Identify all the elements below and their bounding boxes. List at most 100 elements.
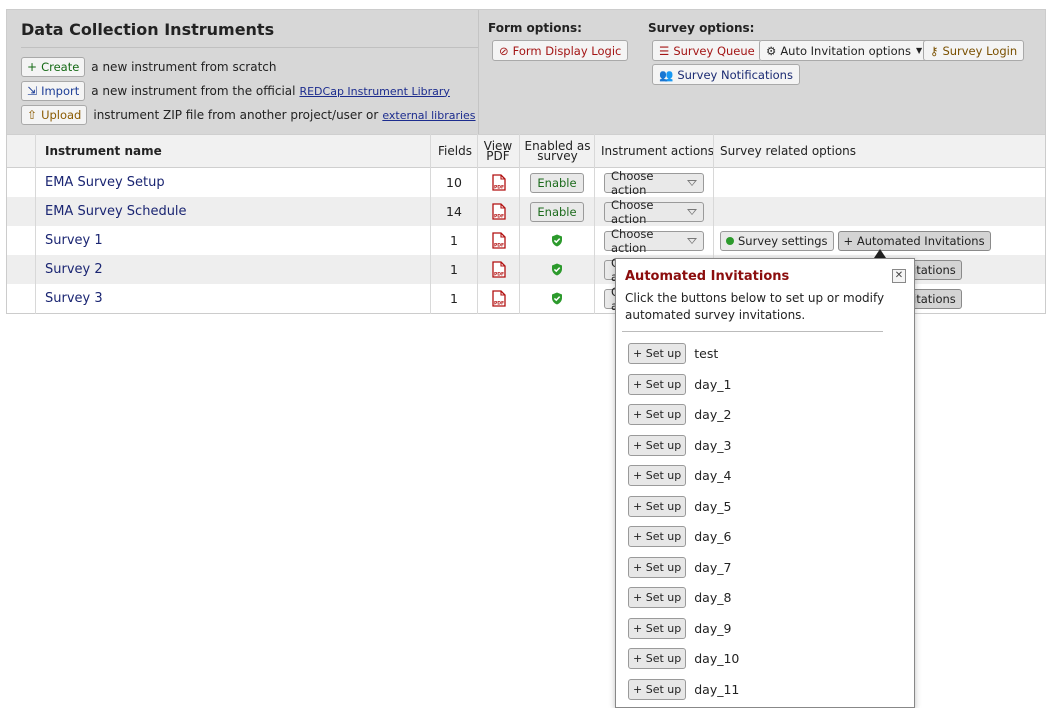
invitation-name: day_4 — [694, 468, 732, 483]
set-up-button[interactable]: + Set up — [628, 343, 687, 364]
list-icon: ☰ — [659, 43, 670, 58]
field-count: 1 — [450, 233, 458, 248]
invitation-item: + Set up day_1 — [628, 373, 731, 395]
table-row: EMA Survey Schedule 14 PDF Enable Choose act… — [7, 197, 1045, 226]
close-icon[interactable]: ✕ — [892, 269, 906, 283]
invitation-name: day_7 — [694, 559, 732, 575]
set-up-button[interactable]: + Set up — [628, 648, 687, 669]
instrument-name-link[interactable]: Survey 2 — [45, 262, 103, 277]
check-shield-icon — [552, 263, 562, 276]
automated-invitations-button[interactable]: itations — [907, 259, 962, 280]
invitation-item: + Set up day_9 — [628, 617, 731, 639]
popup-arrow — [874, 249, 886, 258]
invitation-name: day_2 — [694, 407, 732, 422]
create-row: + Create a new instrument from scratch — [21, 57, 276, 77]
import-button-label: Import — [41, 84, 80, 98]
survey-login-button[interactable]: ⚷ Survey Login — [923, 40, 1025, 61]
invitation-name: day_10 — [694, 651, 740, 666]
create-button[interactable]: + Create — [21, 57, 86, 77]
survey-queue-button[interactable]: ☰ Survey Queue — [652, 40, 762, 61]
set-up-button[interactable]: + Set up — [628, 434, 687, 456]
invitation-item: + Set up day_11 — [628, 678, 740, 700]
col-enabled-line2: survey — [537, 149, 578, 163]
pdf-icon-label: PDF — [493, 185, 503, 191]
caret-down-icon: ▼ — [915, 46, 923, 55]
pdf-icon[interactable]: PDF — [491, 261, 506, 278]
dropdown-triangle-icon — [687, 237, 697, 244]
set-up-button[interactable]: + Set up — [628, 465, 687, 486]
invitation-item: + Set up day_4 — [628, 465, 731, 486]
survey-notifications-label: Survey Notifications — [677, 67, 793, 82]
set-up-button[interactable]: + Set up — [628, 526, 687, 547]
pdf-icon[interactable]: PDF — [491, 290, 506, 307]
survey-settings-button[interactable]: Survey settings — [720, 230, 834, 251]
invitation-item: + Set up day_2 — [628, 404, 731, 425]
eye-slash-icon: ⊘ — [499, 43, 509, 58]
enable-survey-button[interactable]: Enable — [530, 172, 584, 193]
check-shield-icon — [552, 234, 562, 247]
set-up-button[interactable]: + Set up — [628, 678, 687, 700]
instrument-name-link[interactable]: EMA Survey Schedule — [45, 204, 187, 219]
pdf-icon-label: PDF — [493, 214, 503, 220]
upload-button-label: Upload — [41, 108, 82, 122]
invitation-name: day_11 — [694, 681, 740, 697]
choose-action-label: Choose action — [611, 168, 654, 197]
popup-divider — [622, 331, 883, 332]
pdf-icon[interactable]: PDF — [491, 174, 506, 191]
table-row: EMA Survey Setup 10 PDF Enable Choose action — [7, 168, 1045, 197]
set-up-button[interactable]: + Set up — [628, 404, 687, 425]
automated-invitations-button[interactable]: itations — [907, 288, 962, 309]
instrument-name-link[interactable]: Survey 3 — [45, 291, 103, 306]
dropdown-triangle-icon — [687, 179, 697, 186]
invitation-name: day_5 — [694, 498, 732, 514]
set-up-button[interactable]: + Set up — [628, 587, 687, 608]
external-libraries-link[interactable]: external libraries — [382, 109, 475, 122]
import-button[interactable]: ⇲ Import — [21, 81, 86, 101]
form-display-logic-button[interactable]: ⊘ Form Display Logic — [492, 40, 629, 61]
check-circle-icon — [726, 236, 734, 245]
set-up-button[interactable]: + Set up — [628, 617, 687, 639]
invitation-item: + Set up day_10 — [628, 648, 739, 669]
upload-row: ⇧ Upload instrument ZIP file from another… — [21, 105, 476, 125]
form-display-logic-label: Form Display Logic — [512, 43, 622, 58]
title-divider — [21, 47, 478, 48]
upload-button[interactable]: ⇧ Upload — [21, 105, 88, 125]
redcap-library-link[interactable]: REDCap Instrument Library — [299, 85, 449, 98]
invitation-item: + Set up test — [628, 343, 718, 364]
set-up-button[interactable]: + Set up — [628, 495, 687, 517]
automated-invitations-button[interactable]: + Automated Invitations — [837, 230, 991, 251]
col-divider — [594, 134, 595, 314]
dropdown-triangle-icon — [687, 208, 697, 215]
pdf-icon-label: PDF — [493, 243, 503, 249]
invitation-item: + Set up day_3 — [628, 434, 732, 456]
pdf-icon[interactable]: PDF — [491, 232, 506, 249]
col-view-pdf-line2: PDF — [486, 149, 510, 163]
set-up-button[interactable]: + Set up — [628, 373, 687, 395]
pdf-icon-label: PDF — [493, 301, 503, 307]
gears-icon: ⚙ — [766, 43, 777, 58]
automated-invitations-popup: Automated Invitations ✕ Click the button… — [615, 258, 915, 708]
instrument-name-link[interactable]: EMA Survey Setup — [45, 175, 165, 190]
header-divider — [478, 10, 479, 134]
table-header: Instrument name Fields View PDF Enabled … — [7, 134, 1045, 168]
enable-survey-button[interactable]: Enable — [530, 201, 584, 222]
choose-action-dropdown[interactable]: Choose action — [604, 198, 704, 226]
import-icon: ⇲ — [27, 84, 38, 98]
col-divider — [430, 134, 431, 314]
choose-action-dropdown[interactable]: Choose action — [604, 227, 704, 255]
survey-notifications-button[interactable]: 👥 Survey Notifications — [652, 64, 800, 85]
pdf-icon[interactable]: PDF — [491, 203, 506, 220]
col-instrument-name: Instrument name — [45, 144, 162, 158]
invitation-name: day_8 — [694, 590, 732, 605]
choose-action-label: Choose action — [611, 197, 654, 226]
auto-invitation-options-button[interactable]: ⚙ Auto Invitation options ▼ — [759, 40, 930, 61]
table-row: Survey 1 1 PDF Choose action Survey settings… — [7, 226, 1045, 255]
instruments-header: Data Collection Instruments + Create a ne… — [7, 10, 1045, 134]
set-up-button[interactable]: + Set up — [628, 556, 687, 578]
field-count: 1 — [450, 291, 458, 306]
instrument-name-link[interactable]: Survey 1 — [45, 233, 103, 248]
col-view-pdf: View PDF — [478, 135, 518, 167]
invitation-name: day_3 — [694, 437, 732, 453]
invitation-item: + Set up day_8 — [628, 587, 731, 608]
choose-action-dropdown[interactable]: Choose action — [604, 169, 704, 197]
